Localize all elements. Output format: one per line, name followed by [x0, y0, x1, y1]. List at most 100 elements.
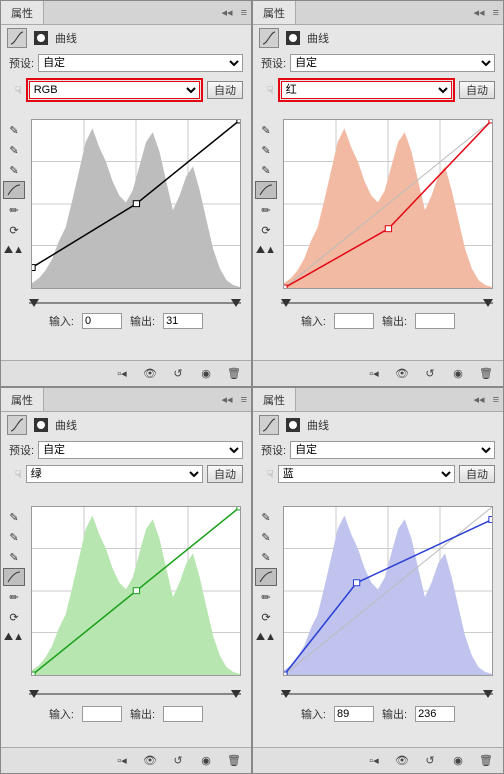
channel-row: ☟ 绿 自动 — [1, 462, 251, 486]
channel-select[interactable]: 蓝 — [278, 465, 455, 483]
reset-icon[interactable]: ↺ — [421, 752, 439, 770]
eyedropper-gray-icon[interactable]: ✎ — [3, 528, 25, 546]
curves-graph[interactable] — [31, 506, 241, 676]
preview-icon[interactable]: ◉ — [197, 752, 215, 770]
eyedropper-white-icon[interactable]: ✎ — [255, 161, 277, 179]
menu-icon[interactable]: ≡ — [237, 7, 251, 19]
preview-icon[interactable]: ◉ — [197, 365, 215, 383]
pencil-tool-icon[interactable]: ✏ — [3, 201, 25, 219]
target-adjust-icon[interactable]: ☟ — [261, 468, 274, 481]
input-field[interactable] — [334, 313, 374, 329]
eyedropper-black-icon[interactable]: ✎ — [255, 508, 277, 526]
curves-graph[interactable] — [283, 506, 493, 676]
eyedropper-gray-icon[interactable]: ✎ — [255, 528, 277, 546]
auto-button[interactable]: 自动 — [459, 465, 495, 483]
auto-button[interactable]: 自动 — [459, 81, 495, 99]
curves-graph[interactable] — [283, 119, 493, 289]
collapse-icon[interactable]: ◂◂ — [470, 6, 489, 19]
curve-point-tool-icon[interactable] — [255, 181, 277, 199]
clip-to-layer-icon[interactable]: ▫◂ — [365, 365, 383, 383]
curve-point-tool-icon[interactable] — [3, 568, 25, 586]
toggle-visibility-icon[interactable]: 👁 — [141, 365, 159, 383]
input-field[interactable] — [82, 706, 122, 722]
eyedropper-white-icon[interactable]: ✎ — [3, 161, 25, 179]
clip-warning-icon[interactable]: ⛰▲ — [3, 241, 25, 259]
input-slider[interactable] — [29, 297, 241, 309]
pencil-tool-icon[interactable]: ✏ — [3, 588, 25, 606]
toggle-visibility-icon[interactable]: 👁 — [393, 365, 411, 383]
clip-to-layer-icon[interactable]: ▫◂ — [113, 752, 131, 770]
eyedropper-black-icon[interactable]: ✎ — [255, 121, 277, 139]
output-field[interactable] — [163, 313, 203, 329]
input-field[interactable] — [82, 313, 122, 329]
preview-icon[interactable]: ◉ — [449, 752, 467, 770]
menu-icon[interactable]: ≡ — [489, 394, 503, 406]
channel-select[interactable]: 红 — [281, 81, 452, 99]
smooth-tool-icon[interactable]: ⟳ — [255, 221, 277, 239]
tab-properties[interactable]: 属性 — [253, 388, 296, 411]
trash-icon[interactable]: 🗑 — [477, 752, 495, 770]
collapse-icon[interactable]: ◂◂ — [470, 393, 489, 406]
trash-icon[interactable]: 🗑 — [477, 365, 495, 383]
target-adjust-icon[interactable]: ☟ — [9, 84, 22, 97]
mask-icon[interactable] — [31, 28, 51, 48]
preset-select[interactable]: 自定 — [38, 441, 243, 459]
toggle-visibility-icon[interactable]: 👁 — [141, 752, 159, 770]
clip-warning-icon[interactable]: ⛰▲ — [255, 628, 277, 646]
auto-button[interactable]: 自动 — [207, 81, 243, 99]
mask-icon[interactable] — [283, 415, 303, 435]
eyedropper-gray-icon[interactable]: ✎ — [3, 141, 25, 159]
pencil-tool-icon[interactable]: ✏ — [255, 201, 277, 219]
channel-select[interactable]: 绿 — [26, 465, 203, 483]
eyedropper-white-icon[interactable]: ✎ — [3, 548, 25, 566]
clip-to-layer-icon[interactable]: ▫◂ — [365, 752, 383, 770]
curves-graph[interactable] — [31, 119, 241, 289]
clip-warning-icon[interactable]: ⛰▲ — [255, 241, 277, 259]
input-field[interactable] — [334, 706, 374, 722]
auto-button[interactable]: 自动 — [207, 465, 243, 483]
curve-point-tool-icon[interactable] — [3, 181, 25, 199]
tab-properties[interactable]: 属性 — [1, 388, 44, 411]
trash-icon[interactable]: 🗑 — [225, 752, 243, 770]
output-field[interactable] — [163, 706, 203, 722]
trash-icon[interactable]: 🗑 — [225, 365, 243, 383]
panel-footer: ▫◂ 👁 ↺ ◉ 🗑 — [1, 360, 251, 386]
channel-select[interactable]: RGB — [29, 81, 200, 99]
reset-icon[interactable]: ↺ — [169, 752, 187, 770]
preset-select[interactable]: 自定 — [290, 54, 495, 72]
curves-panel-0: 属性 ◂◂ ≡ 曲线 预设: 自定 ☟ RGB 自动 ✎ ✎ ✎ ✏ ⟳ ⛰▲ … — [0, 0, 252, 387]
output-field[interactable] — [415, 706, 455, 722]
preview-icon[interactable]: ◉ — [449, 365, 467, 383]
mask-icon[interactable] — [283, 28, 303, 48]
collapse-icon[interactable]: ◂◂ — [218, 6, 237, 19]
eyedropper-black-icon[interactable]: ✎ — [3, 508, 25, 526]
toggle-visibility-icon[interactable]: 👁 — [393, 752, 411, 770]
input-slider[interactable] — [281, 688, 493, 700]
menu-icon[interactable]: ≡ — [489, 7, 503, 19]
collapse-icon[interactable]: ◂◂ — [218, 393, 237, 406]
input-slider[interactable] — [281, 297, 493, 309]
target-adjust-icon[interactable]: ☟ — [9, 468, 22, 481]
clip-warning-icon[interactable]: ⛰▲ — [3, 628, 25, 646]
tab-properties[interactable]: 属性 — [253, 1, 296, 24]
clip-to-layer-icon[interactable]: ▫◂ — [113, 365, 131, 383]
output-field[interactable] — [415, 313, 455, 329]
target-adjust-icon[interactable]: ☟ — [261, 84, 274, 97]
reset-icon[interactable]: ↺ — [169, 365, 187, 383]
eyedropper-gray-icon[interactable]: ✎ — [255, 141, 277, 159]
eyedropper-white-icon[interactable]: ✎ — [255, 548, 277, 566]
smooth-tool-icon[interactable]: ⟳ — [3, 608, 25, 626]
eyedropper-black-icon[interactable]: ✎ — [3, 121, 25, 139]
preset-select[interactable]: 自定 — [290, 441, 495, 459]
tab-properties[interactable]: 属性 — [1, 1, 44, 24]
menu-icon[interactable]: ≡ — [237, 394, 251, 406]
reset-icon[interactable]: ↺ — [421, 365, 439, 383]
pencil-tool-icon[interactable]: ✏ — [255, 588, 277, 606]
smooth-tool-icon[interactable]: ⟳ — [255, 608, 277, 626]
mask-icon[interactable] — [31, 415, 51, 435]
smooth-tool-icon[interactable]: ⟳ — [3, 221, 25, 239]
preset-label: 预设: — [261, 55, 286, 71]
preset-select[interactable]: 自定 — [38, 54, 243, 72]
input-slider[interactable] — [29, 688, 241, 700]
curve-point-tool-icon[interactable] — [255, 568, 277, 586]
